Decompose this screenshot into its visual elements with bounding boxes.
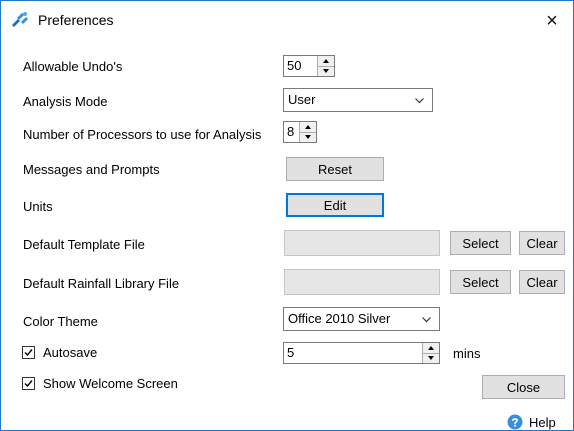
- template-clear-button[interactable]: Clear: [519, 231, 565, 255]
- chevron-down-icon: [422, 317, 431, 323]
- analysis-mode-select[interactable]: User: [283, 88, 433, 112]
- dialog-title: Preferences: [38, 12, 114, 28]
- checkmark-icon: [24, 380, 33, 388]
- color-theme-label: Color Theme: [23, 314, 98, 329]
- undo-label: Allowable Undo's: [23, 59, 123, 74]
- autosave-value[interactable]: 5: [284, 343, 422, 363]
- processors-down-arrow-icon[interactable]: [300, 131, 316, 142]
- rainfall-clear-button[interactable]: Clear: [519, 270, 565, 294]
- template-select-button[interactable]: Select: [450, 231, 511, 255]
- template-file-field[interactable]: [284, 230, 440, 256]
- rainfall-select-button[interactable]: Select: [450, 270, 511, 294]
- processors-value[interactable]: 8: [284, 122, 299, 142]
- autosave-label: Autosave: [43, 345, 98, 360]
- template-file-label: Default Template File: [23, 237, 145, 252]
- close-window-button[interactable]: ×: [537, 7, 567, 35]
- autosave-down-arrow-icon[interactable]: [423, 352, 439, 363]
- autosave-checkbox[interactable]: [22, 346, 35, 359]
- chevron-down-icon: [415, 98, 424, 104]
- processors-stepper[interactable]: 8: [283, 121, 317, 143]
- analysis-mode-label: Analysis Mode: [23, 94, 108, 109]
- autosave-unit: mins: [453, 346, 481, 361]
- autosave-up-arrow-icon[interactable]: [423, 343, 439, 353]
- welcome-screen-checkbox[interactable]: [22, 377, 35, 390]
- welcome-screen-label: Show Welcome Screen: [43, 376, 178, 391]
- processors-up-arrow-icon[interactable]: [300, 122, 316, 132]
- close-button[interactable]: Close: [482, 375, 565, 399]
- messages-label: Messages and Prompts: [23, 162, 160, 177]
- help-link[interactable]: Help: [529, 415, 556, 430]
- autosave-stepper[interactable]: 5: [283, 342, 440, 364]
- analysis-mode-value: User: [288, 92, 316, 107]
- units-label: Units: [23, 199, 53, 214]
- undo-up-arrow-icon[interactable]: [318, 56, 334, 66]
- undo-down-arrow-icon[interactable]: [318, 65, 334, 76]
- help-icon[interactable]: [507, 414, 523, 430]
- edit-units-button[interactable]: Edit: [286, 193, 384, 217]
- undo-value[interactable]: 50: [284, 56, 317, 76]
- reset-button[interactable]: Reset: [286, 157, 384, 181]
- checkmark-icon: [24, 349, 33, 357]
- processors-label: Number of Processors to use for Analysis: [23, 127, 262, 142]
- preferences-dialog: Preferences × Allowable Undo's 50 Analys…: [0, 0, 574, 431]
- undo-stepper[interactable]: 50: [283, 55, 335, 77]
- color-theme-value: Office 2010 Silver: [288, 311, 391, 326]
- rainfall-file-field[interactable]: [284, 269, 440, 295]
- rainfall-file-label: Default Rainfall Library File: [23, 276, 180, 291]
- title-bar: Preferences ×: [1, 1, 573, 41]
- app-logo-icon: [12, 12, 28, 27]
- color-theme-select[interactable]: Office 2010 Silver: [283, 307, 440, 331]
